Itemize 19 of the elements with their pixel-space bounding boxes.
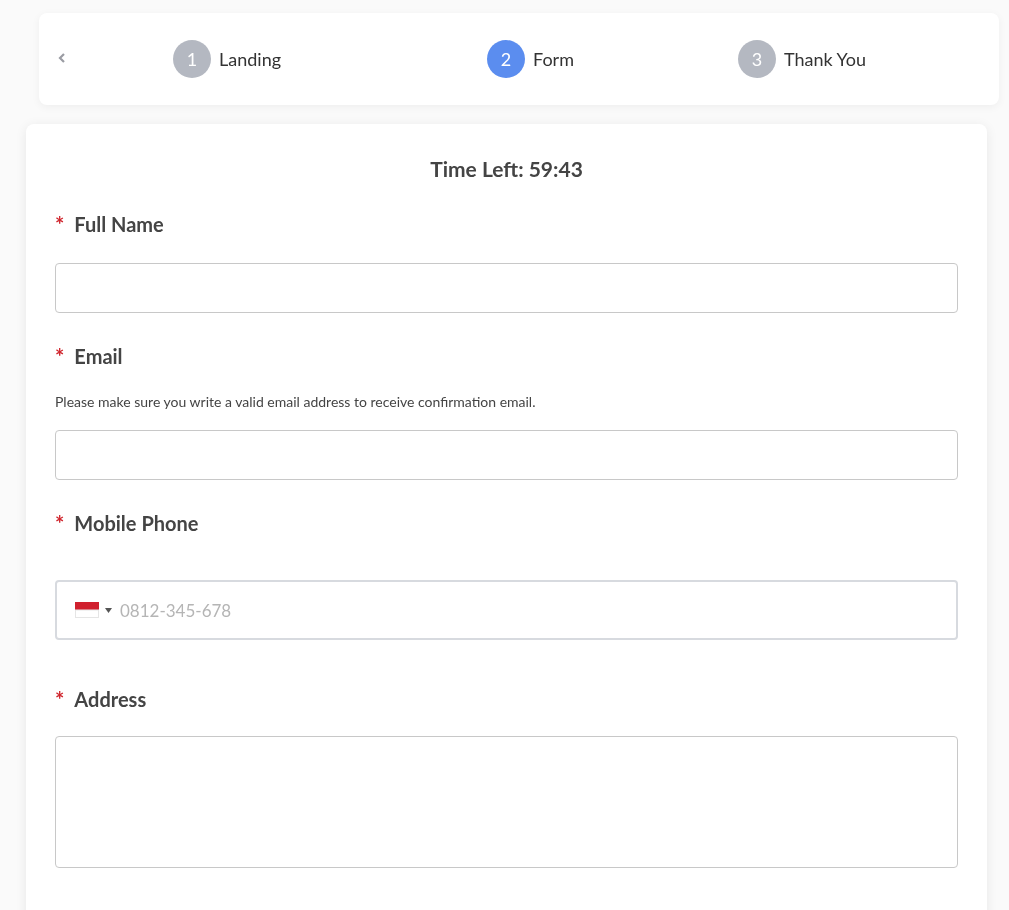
field-label: Mobile Phone	[74, 511, 199, 535]
countdown-timer: Time Left: 59:43	[429, 156, 584, 181]
field-label: Email	[74, 344, 123, 368]
phone-field[interactable]: 0812-345-678	[55, 580, 958, 640]
required-mark: *	[55, 210, 65, 238]
required-mark: *	[55, 509, 65, 537]
required-mark: *	[55, 685, 65, 713]
field-label: Full Name	[74, 212, 164, 236]
input-field[interactable]	[55, 430, 958, 480]
step-tab[interactable]: 2 Form	[487, 40, 574, 78]
caret-icon[interactable]	[105, 607, 112, 613]
flag-icon[interactable]	[75, 602, 99, 618]
field-hint: Please make sure you write a valid email address to receive confirmation email.	[55, 393, 537, 410]
step-tab[interactable]: 1 Landing	[173, 40, 282, 78]
required-mark: *	[55, 342, 65, 370]
field-label: Address	[74, 687, 147, 711]
step-tab[interactable]: 3 Thank You	[737, 40, 866, 78]
address-field[interactable]	[55, 736, 958, 868]
input-field[interactable]	[55, 263, 958, 313]
